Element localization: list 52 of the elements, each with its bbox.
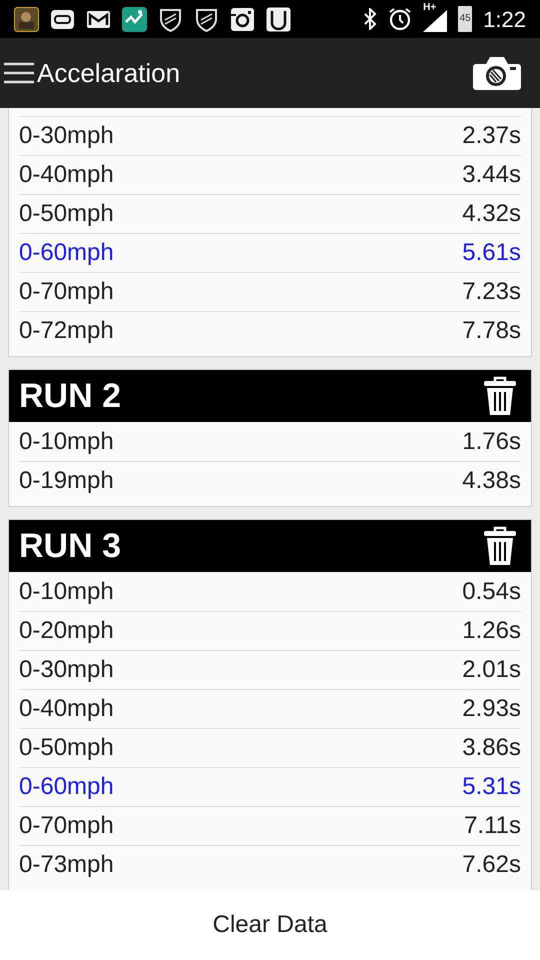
runner-icon: [122, 6, 147, 32]
elapsed-time: 7.23s: [462, 277, 521, 307]
bluetooth-icon: [363, 8, 378, 30]
camera-icon[interactable]: [472, 56, 522, 90]
speed-range: 0-40mph: [19, 160, 114, 190]
elapsed-time: 7.78s: [462, 316, 521, 346]
speed-range: 0-73mph: [19, 850, 114, 880]
speed-range: 0-50mph: [19, 733, 114, 763]
shield-icon: [194, 6, 219, 32]
elapsed-time: 3.86s: [462, 733, 521, 763]
elapsed-time: 2.01s: [462, 655, 521, 685]
camera-icon: [230, 6, 255, 32]
speed-range: 0-20mph: [19, 616, 114, 646]
clock-time: 1:22: [483, 6, 526, 34]
speed-range: 0-60mph: [19, 238, 114, 268]
elapsed-time: 3.44s: [462, 160, 521, 190]
elapsed-time: 5.31s: [462, 772, 521, 802]
shield-icon: [158, 6, 183, 32]
speed-range: 0-19mph: [19, 466, 114, 496]
elapsed-time: 2.93s: [462, 694, 521, 724]
speed-range: 0-72mph: [19, 316, 114, 346]
elapsed-time: 7.62s: [462, 850, 521, 880]
speed-range: 0-30mph: [19, 655, 114, 685]
game-icon: [14, 6, 39, 32]
speed-range: 0-60mph: [19, 772, 114, 802]
speed-range: 0-70mph: [19, 277, 114, 307]
speed-range: 0-10mph: [19, 426, 114, 456]
alarm-clock-icon: [388, 7, 412, 31]
speed-range: 0-30mph: [19, 121, 114, 151]
elapsed-time: 0.54s: [462, 576, 521, 606]
trash-icon[interactable]: [483, 526, 517, 566]
elapsed-time: 7.11s: [464, 811, 521, 841]
clear-data-button[interactable]: Clear Data: [206, 907, 334, 943]
network-type: H+: [423, 3, 436, 13]
speed-range: 0-50mph: [19, 199, 114, 229]
speed-range: 0-40mph: [19, 694, 114, 724]
trash-icon[interactable]: [483, 376, 517, 416]
menu-icon[interactable]: [4, 62, 34, 84]
speed-range: 0-10mph: [19, 576, 114, 606]
battery-level: 45: [460, 14, 471, 24]
cup-icon: [266, 6, 291, 32]
run-title: RUN 2: [19, 376, 122, 416]
speed-range: 0-70mph: [19, 811, 114, 841]
elapsed-time: 1.76s: [462, 426, 521, 456]
elapsed-time: 2.37s: [462, 121, 521, 151]
run-title: RUN 3: [19, 526, 122, 566]
elapsed-time: 1.26s: [462, 616, 521, 646]
screen-title: Accelaration: [37, 56, 180, 90]
elapsed-time: 5.61s: [462, 238, 521, 268]
elapsed-time: 4.32s: [462, 199, 521, 229]
elapsed-time: 4.38s: [462, 466, 521, 496]
signal-icon: [423, 10, 448, 32]
